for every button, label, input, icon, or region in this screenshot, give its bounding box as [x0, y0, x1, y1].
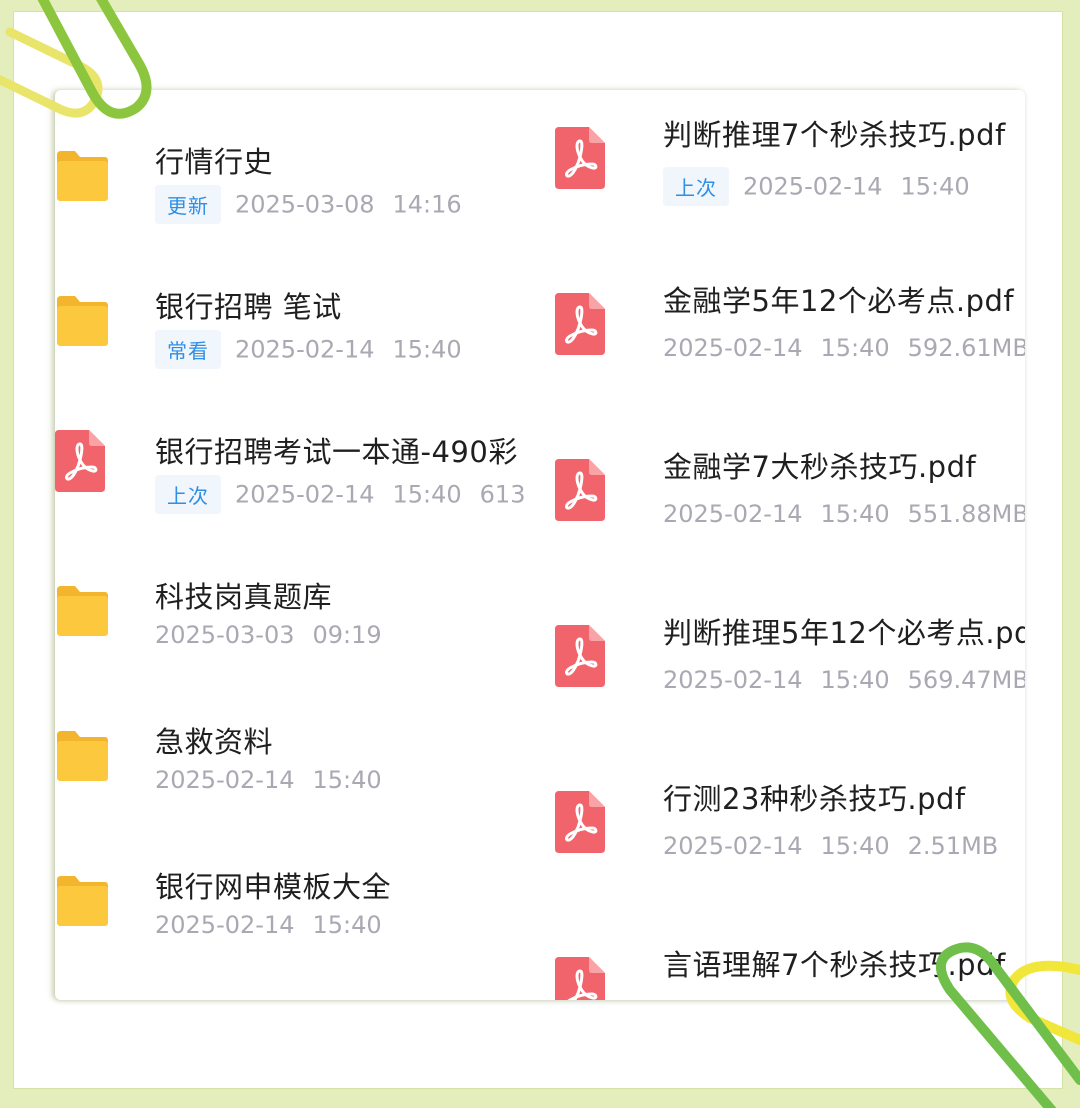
file-time: 15:40: [392, 335, 462, 364]
file-size: 592.61MB: [907, 334, 1025, 362]
file-date: 2025-02-14: [235, 335, 375, 364]
file-date: 2025-02-14: [663, 666, 803, 694]
file-meta: 2025-02-14 15:40 592.61MB: [663, 333, 1025, 362]
file-time: 15:40: [820, 500, 890, 528]
folder-icon: [55, 872, 109, 926]
folder-icon: [55, 292, 109, 346]
pdf-icon: [555, 791, 605, 853]
file-name: 言语理解7个秒杀技巧.pdf: [663, 948, 1006, 982]
file-date: 2025-02-14: [743, 172, 883, 201]
pdf-icon: [555, 459, 605, 521]
file-date: 2025-02-14: [155, 911, 295, 939]
folder-icon: [55, 582, 109, 636]
file-meta: 更新 2025-03-08 14:16: [155, 185, 525, 224]
file-list-item[interactable]: 判断推理5年12个必考点.pdf 2025-02-14 15:40 569.47MB: [545, 610, 1025, 710]
file-time: 09:19: [312, 621, 382, 649]
file-list-left-column: 行情行史更新 2025-03-08 14:16 银行招聘 笔试常看 2025-02-14…: [55, 90, 525, 1000]
folder-icon: [55, 147, 109, 201]
file-meta: 上次 2025-02-14 15:40 613.2: [155, 475, 525, 514]
file-time: 15:40: [312, 911, 382, 939]
file-time: 15:40: [820, 832, 890, 860]
file-name: 判断推理5年12个必考点.pdf: [663, 616, 1025, 650]
file-meta: 常看 2025-02-14 15:40: [155, 330, 525, 369]
status-badge: 上次: [155, 475, 221, 514]
file-size: 551.88MB: [907, 500, 1025, 528]
file-meta: 上次 2025-02-14 15:40: [663, 167, 1025, 206]
status-badge: 常看: [155, 330, 221, 369]
file-time: 15:40: [820, 334, 890, 362]
pdf-icon: [555, 127, 605, 189]
file-list-item[interactable]: 言语理解7个秒杀技巧.pdf: [545, 942, 1025, 1000]
file-time: 15:40: [820, 666, 890, 694]
pdf-icon: [555, 293, 605, 355]
file-name: 科技岗真题库: [155, 580, 333, 614]
status-badge: 更新: [155, 185, 221, 224]
file-list-item[interactable]: 科技岗真题库 2025-03-03 09:19: [55, 570, 525, 670]
file-date: 2025-02-14: [663, 500, 803, 528]
file-list-item[interactable]: 金融学5年12个必考点.pdf 2025-02-14 15:40 592.61MB: [545, 278, 1025, 378]
file-meta: 2025-02-14 15:40: [155, 910, 525, 939]
file-time: 15:40: [312, 766, 382, 794]
file-meta: 2025-02-14 15:40 551.88MB: [663, 499, 1025, 528]
file-list-item[interactable]: 金融学7大秒杀技巧.pdf 2025-02-14 15:40 551.88MB: [545, 444, 1025, 544]
file-list-item[interactable]: 判断推理7个秒杀技巧.pdf 上次 2025-02-14 15:40: [545, 112, 1025, 212]
pdf-icon: [55, 430, 105, 492]
file-date: 2025-03-08: [235, 190, 375, 219]
file-list-item[interactable]: 急救资料 2025-02-14 15:40: [55, 715, 525, 815]
file-name: 金融学7大秒杀技巧.pdf: [663, 450, 977, 484]
file-list-item[interactable]: 行测23种秒杀技巧.pdf 2025-02-14 15:40 2.51MB: [545, 776, 1025, 876]
file-list-panel: 行情行史更新 2025-03-08 14:16 银行招聘 笔试常看 2025-02-14…: [55, 90, 1025, 1000]
file-name: 判断推理7个秒杀技巧.pdf: [663, 118, 1006, 152]
file-list-item[interactable]: 银行招聘 笔试常看 2025-02-14 15:40: [55, 280, 525, 380]
file-size: 569.47MB: [907, 666, 1025, 694]
file-date: 2025-03-03: [155, 621, 295, 649]
file-meta: 2025-02-14 15:40 2.51MB: [663, 831, 1025, 860]
file-name: 急救资料: [155, 725, 274, 759]
file-size: 2.51MB: [907, 832, 999, 860]
file-time: 15:40: [392, 480, 462, 509]
file-name: 银行招聘 笔试: [155, 290, 342, 324]
file-time: 14:16: [392, 190, 462, 219]
file-date: 2025-02-14: [235, 480, 375, 509]
file-time: 15:40: [900, 172, 970, 201]
file-list-item[interactable]: 行情行史更新 2025-03-08 14:16: [55, 135, 525, 235]
file-name: 行测23种秒杀技巧.pdf: [663, 782, 966, 816]
folder-icon: [55, 727, 109, 781]
status-badge: 上次: [663, 167, 729, 206]
file-list-item[interactable]: 银行网申模板大全 2025-02-14 15:40: [55, 860, 525, 960]
file-meta: 2025-03-03 09:19: [155, 620, 525, 649]
pdf-icon: [555, 625, 605, 687]
file-name: 银行招聘考试一本通-490彩: [155, 435, 518, 469]
pdf-icon: [555, 957, 605, 1000]
file-name: 行情行史: [155, 145, 274, 179]
file-date: 2025-02-14: [663, 334, 803, 362]
file-date: 2025-02-14: [155, 766, 295, 794]
file-name: 金融学5年12个必考点.pdf: [663, 284, 1015, 318]
file-list-item[interactable]: 银行招聘考试一本通-490彩上次 2025-02-14 15:40 613.2: [55, 425, 525, 525]
file-date: 2025-02-14: [663, 832, 803, 860]
file-meta: 2025-02-14 15:40 569.47MB: [663, 665, 1025, 694]
file-size: 613.2: [479, 480, 525, 509]
file-name: 银行网申模板大全: [155, 870, 392, 904]
file-list-right-column: 判断推理7个秒杀技巧.pdf 上次 2025-02-14 15:40 金融学5年12个必…: [545, 90, 1025, 1000]
file-meta: 2025-02-14 15:40: [155, 765, 525, 794]
